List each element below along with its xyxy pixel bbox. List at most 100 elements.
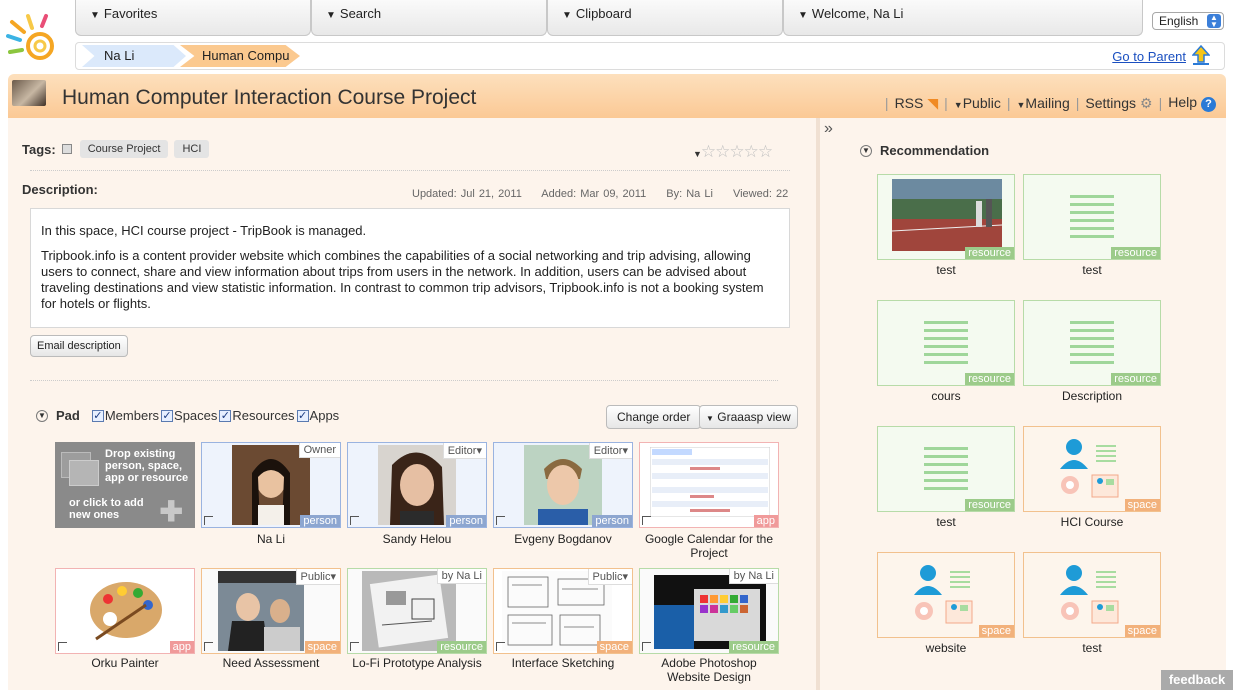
go-to-parent-link[interactable]: Go to Parent xyxy=(1112,49,1186,64)
pad-item-label[interactable]: Na Li xyxy=(201,532,341,546)
pad-item-label[interactable]: Evgeny Bogdanov xyxy=(493,532,633,546)
welcome-tab[interactable]: ▼ Welcome, Na Li xyxy=(783,0,1143,36)
resource-screenshot xyxy=(654,575,766,649)
apps-checkbox[interactable]: ✓ xyxy=(296,409,309,422)
pad-item-interface-sketching[interactable]: Public▾ space xyxy=(493,568,633,654)
pad-item-sandy-helou[interactable]: Editor▾ person xyxy=(347,442,487,528)
type-badge: space xyxy=(1124,625,1160,637)
pad-item-need-assessment[interactable]: Public▾ space xyxy=(201,568,341,654)
space-photo xyxy=(218,571,304,651)
language-select[interactable]: English ▲ ▼ xyxy=(1152,12,1224,30)
menu-separator: | xyxy=(1158,95,1163,111)
public-menu[interactable]: ▼Public xyxy=(954,95,1001,111)
recommendation-label[interactable]: test xyxy=(877,263,1015,277)
chevron-down-icon[interactable]: ▼ xyxy=(36,409,48,422)
role-badge[interactable]: Editor▾ xyxy=(588,443,632,459)
drop-text: Drop existing person, space, app or reso… xyxy=(105,448,189,484)
type-badge: resource xyxy=(437,641,486,653)
recommendation-label[interactable]: website xyxy=(877,641,1015,655)
add-tag-icon[interactable] xyxy=(61,144,72,154)
role-badge[interactable]: Public▾ xyxy=(295,569,340,585)
pad-item-label[interactable]: Google Calendar for the Project xyxy=(639,532,779,560)
space-icon xyxy=(914,565,973,624)
recommendation-item[interactable]: space xyxy=(1023,552,1161,638)
collapse-panel-icon[interactable]: » xyxy=(824,120,833,138)
pad-item-google-calendar[interactable]: app xyxy=(639,442,779,528)
change-order-button[interactable]: Change order xyxy=(606,405,702,429)
pad-item-lofi-prototype[interactable]: by Na Li resource xyxy=(347,568,487,654)
recommendation-label[interactable]: test xyxy=(1023,641,1161,655)
graaasp-view-button[interactable]: ▼ Graaasp view xyxy=(699,405,798,429)
recommendation-item[interactable]: resource xyxy=(877,426,1015,512)
pad-toolbar: ▼ Pad ✓ Members ✓ Spaces ✓ Resources ✓ Apps xyxy=(36,408,339,423)
favorites-tab[interactable]: ▼ Favorites xyxy=(75,0,311,36)
settings-link[interactable]: Settings ⚙ xyxy=(1085,95,1152,112)
role-badge[interactable]: Owner xyxy=(298,443,340,458)
recommendation-item[interactable]: space xyxy=(1023,426,1161,512)
palette-icon xyxy=(90,582,162,641)
recommendation-label[interactable]: test xyxy=(877,515,1015,529)
role-label: Public xyxy=(300,571,331,583)
description-box[interactable]: In this space, HCI course project - Trip… xyxy=(30,208,790,328)
pad-item-label[interactable]: Interface Sketching xyxy=(493,656,633,670)
pad-item-evgeny-bogdanov[interactable]: Editor▾ person xyxy=(493,442,633,528)
help-label: Help xyxy=(1168,94,1197,110)
members-checkbox[interactable]: ✓ xyxy=(91,409,104,422)
page-title: Human Computer Interaction Course Projec… xyxy=(62,86,477,109)
space-icon xyxy=(1060,565,1119,624)
pad-item-label[interactable]: Need Assessment xyxy=(201,656,341,670)
drop-zone[interactable]: Drop existing person, space, app or reso… xyxy=(55,442,195,528)
type-badge: space xyxy=(596,641,632,653)
feedback-button[interactable]: feedback xyxy=(1161,670,1233,690)
rating-stars[interactable]: ▼☆☆☆☆☆ xyxy=(693,142,773,162)
recommendation-item[interactable]: resource xyxy=(877,174,1015,260)
spaces-checkbox[interactable]: ✓ xyxy=(161,409,174,422)
chevron-down-icon[interactable]: ▼ xyxy=(860,144,872,157)
type-badge: resource xyxy=(965,499,1014,511)
up-arrow-icon[interactable] xyxy=(1192,45,1210,65)
clipboard-tab[interactable]: ▼ Clipboard xyxy=(547,0,783,36)
pad-item-label[interactable]: Adobe Photoshop Website Design xyxy=(639,656,779,684)
email-description-button[interactable]: Email description xyxy=(30,335,128,357)
pad-item-label[interactable]: Lo-Fi Prototype Analysis xyxy=(347,656,487,670)
breadcrumb-item-hci[interactable]: Human Compu xyxy=(180,45,300,67)
recommendation-label[interactable]: Description xyxy=(1023,389,1161,403)
space-icon xyxy=(1060,439,1119,498)
resources-checkbox[interactable]: ✓ xyxy=(219,409,232,422)
role-badge[interactable]: Editor▾ xyxy=(442,443,486,459)
spaces-filter-label: Spaces xyxy=(174,408,218,423)
mailing-menu[interactable]: ▼Mailing xyxy=(1016,95,1069,111)
description-paragraph: In this space, HCI course project - Trip… xyxy=(41,223,367,238)
dropdown-arrow-icon: ▼ xyxy=(953,100,963,110)
search-tab[interactable]: ▼ Search xyxy=(311,0,547,36)
recommendation-item[interactable]: space xyxy=(877,552,1015,638)
graasp-logo[interactable] xyxy=(6,12,62,64)
rss-link[interactable]: RSS ◥ xyxy=(895,95,939,112)
recommendation-item[interactable]: resource xyxy=(877,300,1015,386)
link-icon xyxy=(350,516,359,525)
role-label: Editor xyxy=(593,445,623,457)
pad-item-label[interactable]: Sandy Helou xyxy=(347,532,487,546)
recommendation-label[interactable]: test xyxy=(1023,263,1161,277)
tag-hci[interactable]: HCI xyxy=(174,140,210,158)
help-link[interactable]: Help? xyxy=(1168,94,1216,112)
author-badge: by Na Li xyxy=(728,569,778,584)
type-badge: app xyxy=(169,641,194,653)
role-badge[interactable]: Public▾ xyxy=(587,569,632,585)
pad-item-orku-painter[interactable]: app xyxy=(55,568,195,654)
recommendation-label[interactable]: HCI Course xyxy=(1023,515,1161,529)
recommendation-item[interactable]: resource xyxy=(1023,300,1161,386)
tag-course-project[interactable]: Course Project xyxy=(79,140,169,158)
role-label: Editor xyxy=(447,445,477,457)
breadcrumb-item-na-li[interactable]: Na Li xyxy=(82,45,186,67)
recommendation-label[interactable]: cours xyxy=(877,389,1015,403)
recommendation-item[interactable]: resource xyxy=(1023,174,1161,260)
divider xyxy=(30,170,790,171)
pad-item-label[interactable]: Orku Painter xyxy=(55,656,195,670)
menu-separator: | xyxy=(884,95,889,111)
welcome-label: Welcome, Na Li xyxy=(811,6,904,21)
pad-item-photoshop-design[interactable]: by Na Li resource xyxy=(639,568,779,654)
pad-item-na-li[interactable]: Owner person xyxy=(201,442,341,528)
resources-filter-label: Resources xyxy=(232,408,295,423)
document-icon xyxy=(1070,195,1114,243)
